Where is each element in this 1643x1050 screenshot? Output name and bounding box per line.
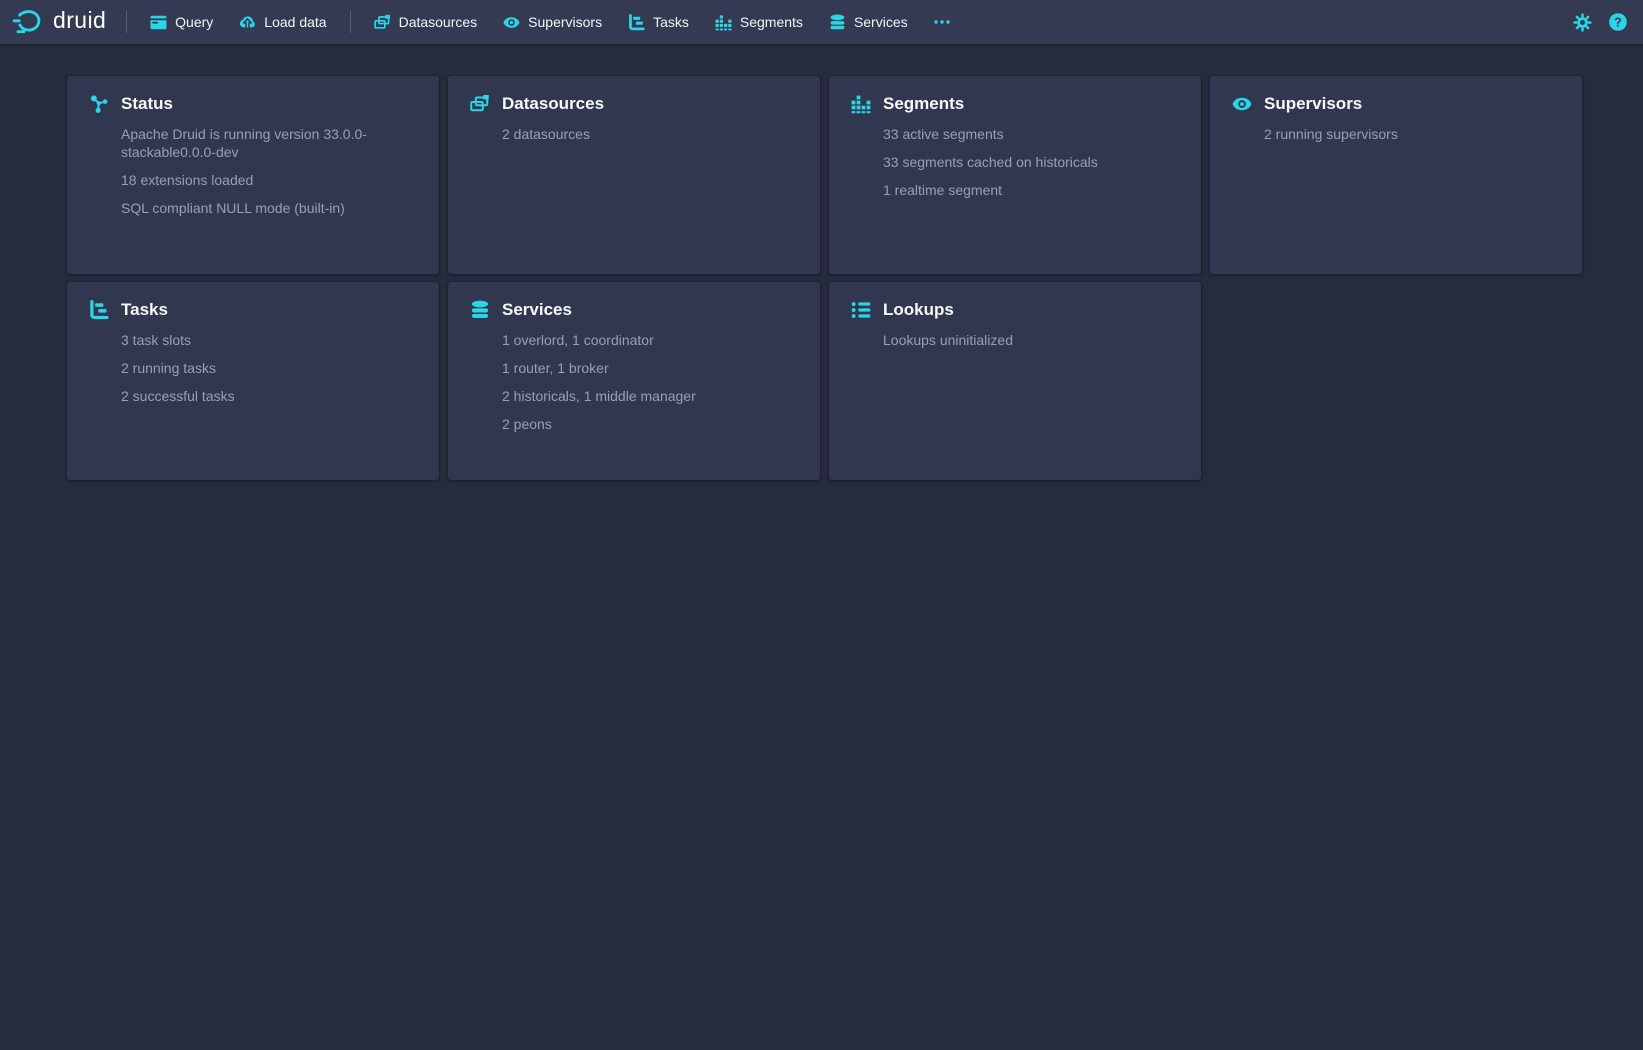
segments-card[interactable]: Segments 33 active segments 33 segments … (829, 76, 1201, 274)
help-button[interactable]: ? (1607, 11, 1629, 33)
nav-item-load-data[interactable]: Load data (226, 0, 339, 44)
nav-item-label: Supervisors (528, 14, 602, 30)
nav-item-query[interactable]: Query (137, 0, 226, 44)
settings-button[interactable] (1571, 11, 1593, 33)
nav-item-label: Load data (264, 14, 326, 30)
tasks-line: 2 successful tasks (121, 387, 419, 405)
tasks-card[interactable]: Tasks 3 task slots 2 running tasks 2 suc… (67, 282, 439, 480)
more-ellipsis-icon (933, 19, 951, 25)
card-title: Lookups (883, 299, 1181, 321)
nav-item-label: Datasources (399, 14, 478, 30)
nav-item-label: Services (854, 14, 908, 30)
segments-line: 33 segments cached on historicals (883, 153, 1181, 171)
supervisors-card[interactable]: Supervisors 2 running supervisors (1210, 76, 1582, 274)
settings-gear-icon (1573, 13, 1592, 32)
lookups-card[interactable]: Lookups Lookups uninitialized (829, 282, 1201, 480)
svg-text:?: ? (1614, 15, 1622, 29)
properties-icon (851, 300, 871, 320)
multi-icon (374, 14, 391, 31)
navbar-divider (126, 11, 127, 33)
card-title: Segments (883, 93, 1181, 115)
nav-item-label: Query (175, 14, 213, 30)
cloud-upload-icon (239, 14, 256, 31)
status-line: Apache Druid is running version 33.0.0-s… (121, 125, 419, 161)
gantt-chart-icon (628, 14, 645, 31)
card-title: Tasks (121, 299, 419, 321)
navbar-divider (350, 11, 351, 33)
eye-icon (1232, 94, 1252, 114)
datasources-line: 2 datasources (502, 125, 800, 143)
nav-item-label: Segments (740, 14, 803, 30)
home-card-grid: Status Apache Druid is running version 3… (67, 76, 1643, 480)
services-line: 2 peons (502, 415, 800, 433)
stacked-chart-icon (851, 94, 871, 114)
console-icon (150, 14, 167, 31)
druid-logo[interactable]: druid (12, 7, 106, 37)
brand-name: druid (53, 9, 106, 35)
nav-item-supervisors[interactable]: Supervisors (490, 0, 615, 44)
nav-item-datasources[interactable]: Datasources (361, 0, 491, 44)
supervisors-line: 2 running supervisors (1264, 125, 1562, 143)
stacked-chart-icon (715, 14, 732, 31)
graph-icon (89, 94, 109, 114)
top-navbar: druid Query Load data Datasources Superv… (0, 0, 1643, 44)
help-icon: ? (1608, 12, 1628, 32)
card-title: Datasources (502, 93, 800, 115)
tasks-line: 2 running tasks (121, 359, 419, 377)
card-title: Status (121, 93, 419, 115)
nav-item-label: Tasks (653, 14, 689, 30)
status-line: 18 extensions loaded (121, 171, 419, 189)
nav-item-segments[interactable]: Segments (702, 0, 816, 44)
services-card[interactable]: Services 1 overlord, 1 coordinator 1 rou… (448, 282, 820, 480)
tasks-line: 3 task slots (121, 331, 419, 349)
druid-logo-icon (12, 7, 46, 37)
card-title: Supervisors (1264, 93, 1562, 115)
lookups-line: Lookups uninitialized (883, 331, 1181, 349)
status-line: SQL compliant NULL mode (built-in) (121, 199, 419, 217)
multi-icon (470, 94, 490, 114)
database-icon (829, 14, 846, 31)
eye-icon (503, 14, 520, 31)
status-card[interactable]: Status Apache Druid is running version 3… (67, 76, 439, 274)
segments-line: 33 active segments (883, 125, 1181, 143)
nav-item-tasks[interactable]: Tasks (615, 0, 702, 44)
datasources-card[interactable]: Datasources 2 datasources (448, 76, 820, 274)
gantt-chart-icon (89, 300, 109, 320)
database-icon (470, 300, 490, 320)
segments-line: 1 realtime segment (883, 181, 1181, 199)
services-line: 1 router, 1 broker (502, 359, 800, 377)
services-line: 2 historicals, 1 middle manager (502, 387, 800, 405)
card-title: Services (502, 299, 800, 321)
services-line: 1 overlord, 1 coordinator (502, 331, 800, 349)
more-menu-button[interactable] (921, 0, 963, 44)
navbar-right-actions: ? (1571, 11, 1629, 33)
nav-item-services[interactable]: Services (816, 0, 921, 44)
